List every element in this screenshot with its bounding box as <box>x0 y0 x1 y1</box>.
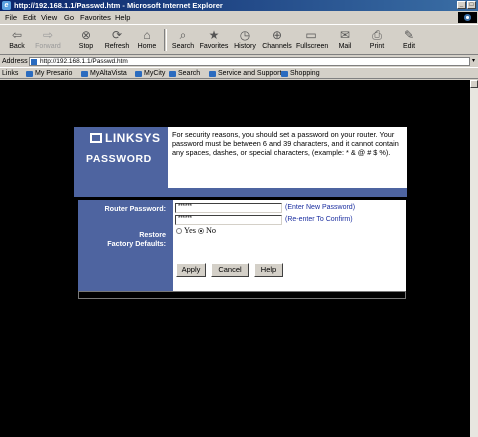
printer-icon: ⎙ <box>372 28 382 42</box>
mail-icon: ✉ <box>339 28 351 42</box>
menu-help[interactable]: Help <box>115 12 130 23</box>
menu-favorites[interactable]: Favorites <box>80 12 111 23</box>
apply-button[interactable]: Apply <box>176 263 206 277</box>
link-shopping[interactable]: Shopping <box>281 68 320 80</box>
page-title: PASSWORD <box>86 153 152 165</box>
factory-defaults-label: Factory Defaults: <box>107 239 166 248</box>
window-title: http://192.168.1.1/Passwd.htm - Microsof… <box>14 1 223 10</box>
search-button[interactable]: ⌕ Search <box>168 27 198 55</box>
confirm-password-input[interactable]: ****** <box>175 215 282 225</box>
links-label: Links <box>2 70 19 77</box>
link-search[interactable]: Search <box>169 68 200 80</box>
link-page-icon <box>209 71 216 77</box>
help-button[interactable]: Help <box>254 263 283 277</box>
home-button[interactable]: ⌂ Home <box>132 27 162 55</box>
link-service-and-support[interactable]: Service and Support <box>209 68 281 80</box>
cancel-button[interactable]: Cancel <box>211 263 249 277</box>
favorites-button[interactable]: ★ Favorites <box>199 27 229 55</box>
form-bottom-strip <box>78 291 406 299</box>
stop-icon: ⊗ <box>80 28 92 42</box>
toolbar: ⇦ Back ⇨ Forward ⊗ Stop ⟳ Refresh ⌂ Home ⌕ Sea… <box>0 24 478 55</box>
enter-password-hint: (Enter New Password) <box>285 204 356 211</box>
password-form-panel: Router Password: Restore Factory Default… <box>78 200 406 291</box>
link-page-icon <box>81 71 88 77</box>
menu-go[interactable]: Go <box>64 12 74 23</box>
menu-file[interactable]: File <box>5 12 17 23</box>
search-icon: ⌕ <box>179 28 187 42</box>
refresh-button[interactable]: ⟳ Refresh <box>102 27 132 55</box>
channels-button[interactable]: ⊕ Channels <box>262 27 292 55</box>
ie-logo-icon: e <box>2 1 11 10</box>
router-password-label: Router Password: <box>104 204 166 213</box>
back-arrow-icon: ⇦ <box>11 28 23 42</box>
links-bar: Links My Presario MyAltaVista MyCity Sea… <box>0 67 478 79</box>
window-titlebar: e http://192.168.1.1/Passwd.htm - Micros… <box>0 0 478 11</box>
minimize-button[interactable]: _ <box>457 1 466 9</box>
link-mycity[interactable]: MyCity <box>135 68 165 80</box>
home-icon: ⌂ <box>143 28 151 42</box>
scroll-track[interactable] <box>470 88 478 437</box>
back-button[interactable]: ⇦ Back <box>2 27 32 55</box>
page-icon <box>31 59 37 65</box>
restore-yes-radio[interactable]: Yes <box>176 226 196 235</box>
menu-bar: File Edit View Go Favorites Help <box>0 12 478 23</box>
edit-button[interactable]: ✎ Edit <box>394 27 424 55</box>
toolbar-separator <box>164 29 167 51</box>
link-page-icon <box>26 71 33 77</box>
radio-checked-icon <box>197 228 204 234</box>
scroll-up-button[interactable] <box>470 80 478 88</box>
refresh-icon: ⟳ <box>111 28 123 42</box>
link-page-icon <box>169 71 176 77</box>
address-bar: Address http://192.168.1.1/Passwd.htm ▾ <box>0 56 478 67</box>
link-page-icon <box>135 71 142 77</box>
address-label: Address <box>2 58 28 65</box>
reenter-password-hint: (Re-enter To Confirm) <box>285 216 353 223</box>
radio-unchecked-icon <box>176 228 182 234</box>
link-page-icon <box>281 71 288 77</box>
link-myaltavista[interactable]: MyAltaVista <box>81 68 127 80</box>
address-input[interactable]: http://192.168.1.1/Passwd.htm <box>29 57 470 66</box>
address-dropdown-icon[interactable]: ▾ <box>472 57 478 66</box>
favorites-icon: ★ <box>208 28 220 42</box>
restore-no-radio[interactable]: No <box>197 226 216 235</box>
link-my-presario[interactable]: My Presario <box>26 68 72 80</box>
edit-icon: ✎ <box>403 28 415 42</box>
print-button[interactable]: ⎙ Print <box>362 27 392 55</box>
ie-throbber-icon <box>458 12 477 23</box>
fullscreen-icon: ▭ <box>305 28 317 42</box>
history-icon: ◷ <box>239 28 251 42</box>
router-password-input[interactable]: ****** <box>175 203 282 213</box>
channels-icon: ⊕ <box>271 28 283 42</box>
password-info-text: For security reasons, you should set a p… <box>168 127 407 188</box>
address-url: http://192.168.1.1/Passwd.htm <box>40 58 128 65</box>
vertical-scrollbar[interactable] <box>470 80 478 437</box>
restore-label: Restore <box>139 230 166 239</box>
forward-arrow-icon: ⇨ <box>42 28 54 42</box>
menu-edit[interactable]: Edit <box>23 12 36 23</box>
maximize-button[interactable]: □ <box>467 1 476 9</box>
menu-view[interactable]: View <box>41 12 57 23</box>
linksys-logo: LINKSYS <box>90 131 161 145</box>
linksys-mark-icon <box>90 133 102 143</box>
fullscreen-button[interactable]: ▭ Fullscreen <box>296 27 328 55</box>
restore-defaults-radio-group: Yes No <box>176 226 216 235</box>
history-button[interactable]: ◷ History <box>230 27 260 55</box>
form-fields-area: ****** (Enter New Password) ****** (Re-e… <box>173 200 406 291</box>
mail-button[interactable]: ✉ Mail <box>330 27 360 55</box>
forward-button[interactable]: ⇨ Forward <box>33 27 63 55</box>
stop-button[interactable]: ⊗ Stop <box>71 27 101 55</box>
